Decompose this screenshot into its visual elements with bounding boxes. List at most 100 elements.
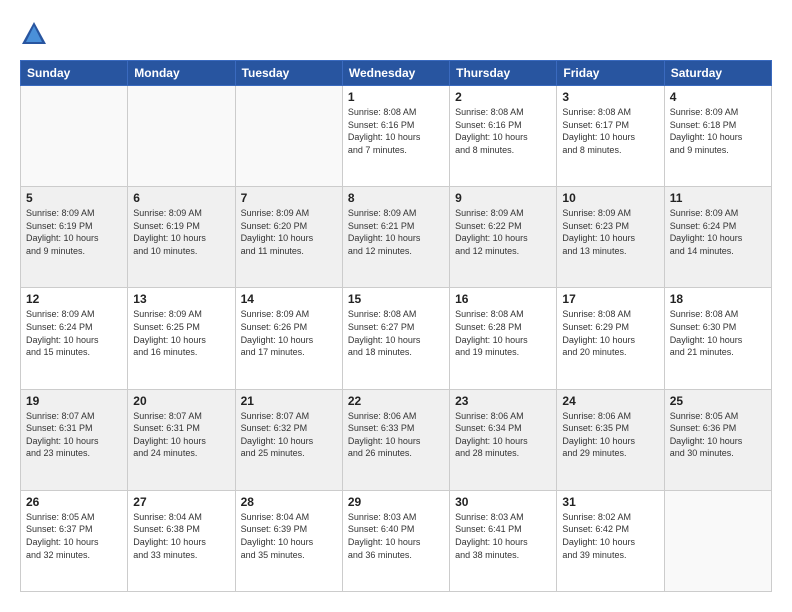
calendar-cell: 9 Sunrise: 8:09 AM Sunset: 6:22 PM Daylig…: [450, 187, 557, 288]
calendar-table: SundayMondayTuesdayWednesdayThursdayFrid…: [20, 60, 772, 592]
calendar-cell: 30 Sunrise: 8:03 AM Sunset: 6:41 PM Dayli…: [450, 490, 557, 591]
calendar-cell: [21, 86, 128, 187]
day-info: Sunrise: 8:08 AM Sunset: 6:17 PM Dayligh…: [562, 106, 658, 156]
day-header-sunday: Sunday: [21, 61, 128, 86]
day-number: 10: [562, 191, 658, 205]
calendar-cell: 19Sunrise: 8:07 AM Sunset: 6:31 PM Dayli…: [21, 389, 128, 490]
week-row-4: 19Sunrise: 8:07 AM Sunset: 6:31 PM Dayli…: [21, 389, 772, 490]
day-info: Sunrise: 8:09 AM Sunset: 6:24 PM Dayligh…: [670, 207, 766, 257]
calendar-cell: 23 Sunrise: 8:06 AM Sunset: 6:34 PM Dayli…: [450, 389, 557, 490]
day-header-monday: Monday: [128, 61, 235, 86]
day-info: Sunrise: 8:06 AM Sunset: 6:34 PM Dayligh…: [455, 410, 551, 460]
day-header-thursday: Thursday: [450, 61, 557, 86]
calendar-cell: 24Sunrise: 8:06 AM Sunset: 6:35 PM Dayli…: [557, 389, 664, 490]
week-row-2: 5Sunrise: 8:09 AM Sunset: 6:19 PM Daylig…: [21, 187, 772, 288]
calendar-cell: [128, 86, 235, 187]
calendar-body: 1 Sunrise: 8:08 AM Sunset: 6:16 PM Daylig…: [21, 86, 772, 592]
calendar-cell: [235, 86, 342, 187]
day-info: Sunrise: 8:08 AM Sunset: 6:29 PM Dayligh…: [562, 308, 658, 358]
day-info: Sunrise: 8:03 AM Sunset: 6:41 PM Dayligh…: [455, 511, 551, 561]
calendar-cell: 8 Sunrise: 8:09 AM Sunset: 6:21 PM Daylig…: [342, 187, 449, 288]
calendar-cell: 13 Sunrise: 8:09 AM Sunset: 6:25 PM Dayli…: [128, 288, 235, 389]
calendar-cell: 17Sunrise: 8:08 AM Sunset: 6:29 PM Dayli…: [557, 288, 664, 389]
calendar-cell: 29 Sunrise: 8:03 AM Sunset: 6:40 PM Dayli…: [342, 490, 449, 591]
day-info: Sunrise: 8:09 AM Sunset: 6:20 PM Dayligh…: [241, 207, 337, 257]
calendar-cell: 6 Sunrise: 8:09 AM Sunset: 6:19 PM Daylig…: [128, 187, 235, 288]
calendar-cell: 20Sunrise: 8:07 AM Sunset: 6:31 PM Dayli…: [128, 389, 235, 490]
calendar-cell: 12Sunrise: 8:09 AM Sunset: 6:24 PM Dayli…: [21, 288, 128, 389]
day-info: Sunrise: 8:03 AM Sunset: 6:40 PM Dayligh…: [348, 511, 444, 561]
day-info: Sunrise: 8:09 AM Sunset: 6:19 PM Dayligh…: [26, 207, 122, 257]
day-header-tuesday: Tuesday: [235, 61, 342, 86]
calendar-cell: 3 Sunrise: 8:08 AM Sunset: 6:17 PM Daylig…: [557, 86, 664, 187]
day-info: Sunrise: 8:08 AM Sunset: 6:30 PM Dayligh…: [670, 308, 766, 358]
day-number: 23: [455, 394, 551, 408]
day-info: Sunrise: 8:09 AM Sunset: 6:25 PM Dayligh…: [133, 308, 229, 358]
day-info: Sunrise: 8:06 AM Sunset: 6:35 PM Dayligh…: [562, 410, 658, 460]
calendar-cell: 16 Sunrise: 8:08 AM Sunset: 6:28 PM Dayli…: [450, 288, 557, 389]
calendar-header: SundayMondayTuesdayWednesdayThursdayFrid…: [21, 61, 772, 86]
day-number: 27: [133, 495, 229, 509]
calendar-cell: 21 Sunrise: 8:07 AM Sunset: 6:32 PM Dayli…: [235, 389, 342, 490]
day-number: 16: [455, 292, 551, 306]
day-info: Sunrise: 8:04 AM Sunset: 6:38 PM Dayligh…: [133, 511, 229, 561]
day-info: Sunrise: 8:08 AM Sunset: 6:16 PM Dayligh…: [455, 106, 551, 156]
day-header-friday: Friday: [557, 61, 664, 86]
day-info: Sunrise: 8:07 AM Sunset: 6:31 PM Dayligh…: [26, 410, 122, 460]
day-info: Sunrise: 8:09 AM Sunset: 6:24 PM Dayligh…: [26, 308, 122, 358]
day-header-saturday: Saturday: [664, 61, 771, 86]
day-info: Sunrise: 8:05 AM Sunset: 6:37 PM Dayligh…: [26, 511, 122, 561]
day-number: 4: [670, 90, 766, 104]
day-info: Sunrise: 8:07 AM Sunset: 6:31 PM Dayligh…: [133, 410, 229, 460]
day-number: 29: [348, 495, 444, 509]
day-info: Sunrise: 8:04 AM Sunset: 6:39 PM Dayligh…: [241, 511, 337, 561]
calendar-cell: 15 Sunrise: 8:08 AM Sunset: 6:27 PM Dayli…: [342, 288, 449, 389]
day-number: 2: [455, 90, 551, 104]
calendar-cell: 22Sunrise: 8:06 AM Sunset: 6:33 PM Dayli…: [342, 389, 449, 490]
day-number: 30: [455, 495, 551, 509]
week-row-1: 1 Sunrise: 8:08 AM Sunset: 6:16 PM Daylig…: [21, 86, 772, 187]
calendar-cell: 10 Sunrise: 8:09 AM Sunset: 6:23 PM Dayli…: [557, 187, 664, 288]
day-number: 9: [455, 191, 551, 205]
day-info: Sunrise: 8:09 AM Sunset: 6:19 PM Dayligh…: [133, 207, 229, 257]
day-number: 26: [26, 495, 122, 509]
calendar-cell: 1Sunrise: 8:08 AM Sunset: 6:16 PM Daylig…: [342, 86, 449, 187]
day-number: 7: [241, 191, 337, 205]
day-number: 14: [241, 292, 337, 306]
day-number: 28: [241, 495, 337, 509]
calendar-cell: 25Sunrise: 8:05 AM Sunset: 6:36 PM Dayli…: [664, 389, 771, 490]
day-info: Sunrise: 8:05 AM Sunset: 6:36 PM Dayligh…: [670, 410, 766, 460]
day-info: Sunrise: 8:09 AM Sunset: 6:22 PM Dayligh…: [455, 207, 551, 257]
day-number: 1: [348, 90, 444, 104]
day-info: Sunrise: 8:09 AM Sunset: 6:23 PM Dayligh…: [562, 207, 658, 257]
calendar-cell: 27 Sunrise: 8:04 AM Sunset: 6:38 PM Dayli…: [128, 490, 235, 591]
day-number: 15: [348, 292, 444, 306]
day-number: 18: [670, 292, 766, 306]
week-row-5: 26 Sunrise: 8:05 AM Sunset: 6:37 PM Dayli…: [21, 490, 772, 591]
calendar-cell: 4 Sunrise: 8:09 AM Sunset: 6:18 PM Daylig…: [664, 86, 771, 187]
calendar-cell: 5Sunrise: 8:09 AM Sunset: 6:19 PM Daylig…: [21, 187, 128, 288]
header: [20, 20, 772, 48]
day-number: 21: [241, 394, 337, 408]
day-info: Sunrise: 8:08 AM Sunset: 6:27 PM Dayligh…: [348, 308, 444, 358]
day-number: 6: [133, 191, 229, 205]
day-info: Sunrise: 8:08 AM Sunset: 6:28 PM Dayligh…: [455, 308, 551, 358]
day-number: 8: [348, 191, 444, 205]
day-number: 11: [670, 191, 766, 205]
day-info: Sunrise: 8:02 AM Sunset: 6:42 PM Dayligh…: [562, 511, 658, 561]
calendar-cell: 7 Sunrise: 8:09 AM Sunset: 6:20 PM Daylig…: [235, 187, 342, 288]
day-number: 22: [348, 394, 444, 408]
logo: [20, 20, 52, 48]
day-info: Sunrise: 8:09 AM Sunset: 6:18 PM Dayligh…: [670, 106, 766, 156]
day-info: Sunrise: 8:07 AM Sunset: 6:32 PM Dayligh…: [241, 410, 337, 460]
calendar-cell: 28 Sunrise: 8:04 AM Sunset: 6:39 PM Dayli…: [235, 490, 342, 591]
week-row-3: 12Sunrise: 8:09 AM Sunset: 6:24 PM Dayli…: [21, 288, 772, 389]
calendar-cell: 31Sunrise: 8:02 AM Sunset: 6:42 PM Dayli…: [557, 490, 664, 591]
day-number: 3: [562, 90, 658, 104]
calendar-cell: 11 Sunrise: 8:09 AM Sunset: 6:24 PM Dayli…: [664, 187, 771, 288]
calendar-cell: 14Sunrise: 8:09 AM Sunset: 6:26 PM Dayli…: [235, 288, 342, 389]
day-number: 13: [133, 292, 229, 306]
day-info: Sunrise: 8:09 AM Sunset: 6:21 PM Dayligh…: [348, 207, 444, 257]
calendar-cell: 18 Sunrise: 8:08 AM Sunset: 6:30 PM Dayli…: [664, 288, 771, 389]
logo-icon: [20, 20, 48, 48]
